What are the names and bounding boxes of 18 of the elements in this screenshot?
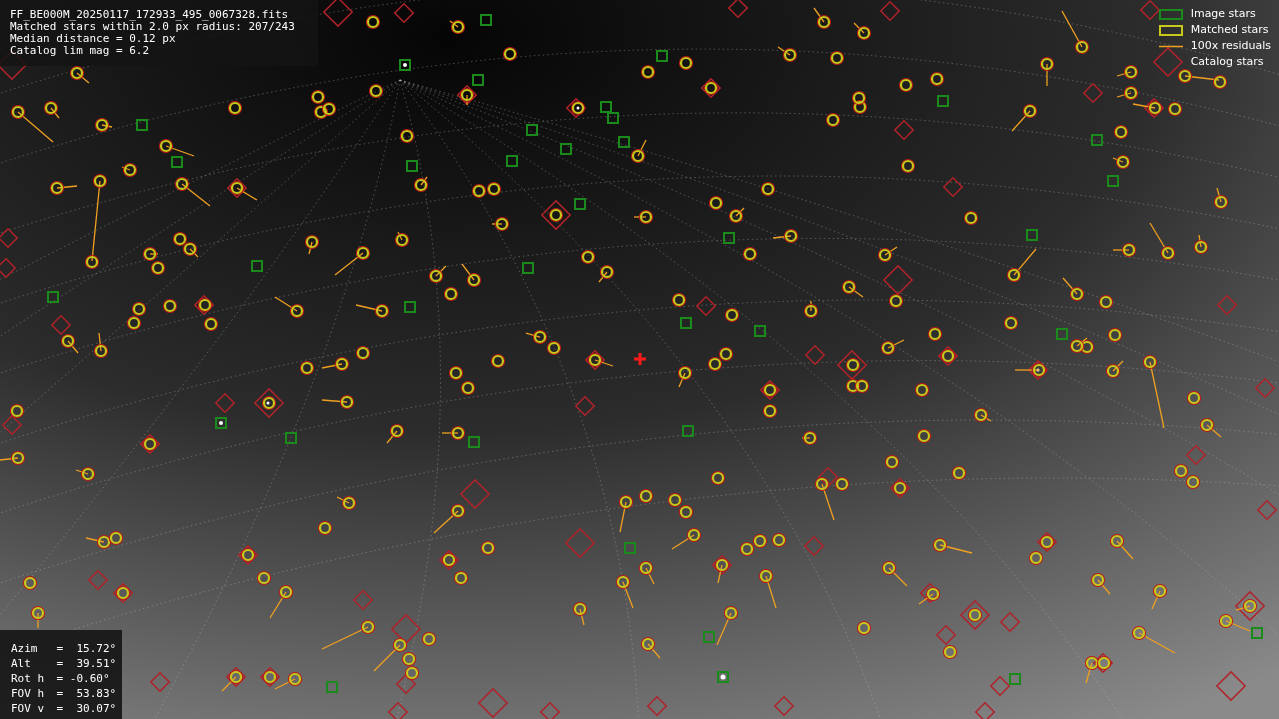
pointing-value: = 15.72° bbox=[56, 641, 118, 656]
pointing-value: = 30.07° bbox=[56, 701, 118, 716]
info-text: Matched stars within 2.0 px radius: 207/243 bbox=[10, 21, 296, 33]
pointing-value: = -0.60° bbox=[56, 671, 111, 686]
pointing-value: = 39.51° bbox=[56, 656, 118, 671]
pointing-label: FOV h bbox=[11, 686, 46, 701]
info-text: Median distance = 0.12 px bbox=[10, 33, 177, 45]
legend-label: 100x residuals bbox=[1190, 38, 1271, 54]
legend-label: Image stars bbox=[1190, 6, 1257, 22]
pointing-label: Alt bbox=[11, 656, 32, 671]
pointing-label: Azim bbox=[11, 641, 39, 656]
pointing-value: = 53.83° bbox=[56, 686, 118, 701]
info-text: Catalog lim mag = 6.2 bbox=[10, 45, 151, 57]
legend-label: Matched stars bbox=[1190, 22, 1270, 38]
pointing-label: FOV v bbox=[11, 701, 46, 716]
legend-label: Catalog stars bbox=[1190, 54, 1265, 70]
pointing-label: Rot h bbox=[11, 671, 46, 686]
info-text: FF_BE000M_20250117_172933_495_0067328.fits bbox=[10, 9, 290, 21]
